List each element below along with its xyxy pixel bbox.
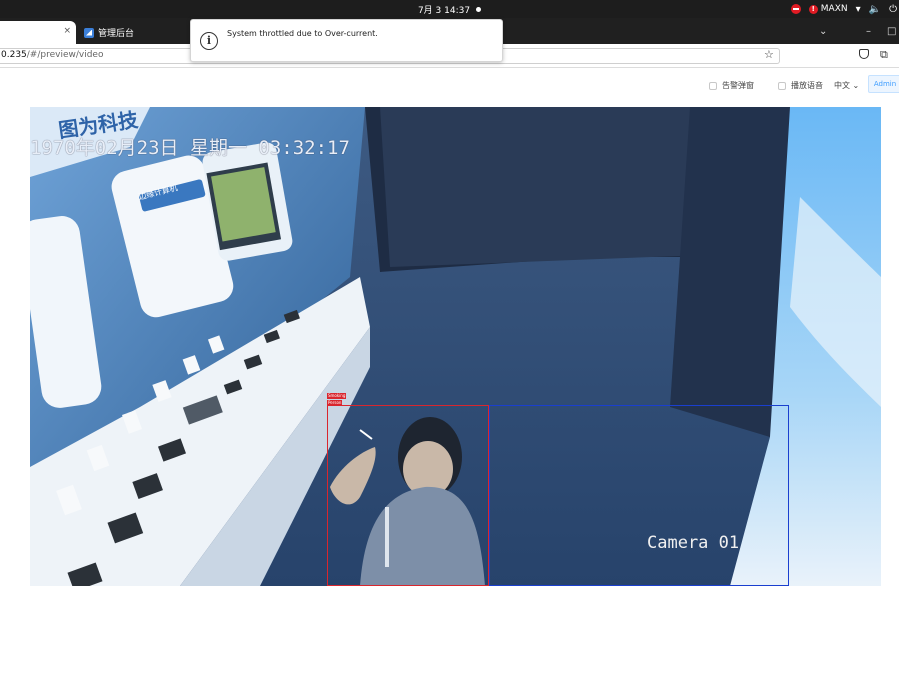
chevron-down-icon: ⌄ [852,81,860,90]
tab-admin-console[interactable]: 管理后台 [80,21,188,44]
minimize-icon[interactable]: – [866,18,871,44]
notification-dot-icon [476,7,482,12]
url-text: 0.235/#/preview/video [1,50,103,60]
power-mode-indicator[interactable]: ! MAXN [808,4,848,14]
voice-broadcast-checkbox[interactable]: 播放语音 [778,80,823,91]
checkbox-label: 告警弹窗 [722,81,754,90]
detection-label: Person [327,400,343,406]
power-icon[interactable]: ⏻ [889,4,897,15]
video-player[interactable]: 图为科技 边缘计算机 1970年02月23日 星期一 03:32:17 Came… [30,107,881,586]
detection-label: Smoking [327,393,347,399]
detection-box-smoking [327,405,489,586]
tab-list-chevron-down-icon[interactable]: ⌄ [819,18,827,44]
app-toolbar: 告警弹窗 播放语音 中文 ⌄ Admin [0,68,899,104]
tab-title: 管理后台 [98,29,135,39]
url-path: /#/preview/video [26,50,104,60]
pocket-icon[interactable] [859,49,869,59]
extensions-icon[interactable]: ⧉ [880,48,888,62]
checkbox-box[interactable] [709,81,717,90]
system-clock[interactable]: 7月 3 14:37 [0,3,899,16]
system-notification[interactable]: i System throttled due to Over-current. [190,19,503,62]
language-label: 中文 [834,81,850,90]
volume-icon[interactable]: 🔈 [869,4,881,15]
tab-active[interactable]: × [0,21,76,44]
maximize-icon[interactable]: □ [887,18,896,44]
favicon-icon [84,27,94,38]
info-icon: i [200,32,218,50]
bookmark-star-icon[interactable]: ☆ [764,48,774,61]
power-mode-label: MAXN [820,4,848,14]
language-select[interactable]: 中文 ⌄ [834,80,859,91]
warning-icon: ! [808,4,818,14]
osd-datetime: 1970年02月23日 星期一 03:32:17 [30,137,350,159]
notification-message: System throttled due to Over-current. [227,29,378,38]
do-not-disturb-icon[interactable] [790,4,801,14]
detection-box-person [489,405,789,586]
os-top-bar: 7月 3 14:37 ! MAXN ▾ 🔈 ⏻ [0,0,899,18]
user-button[interactable]: Admin [868,75,899,93]
clock-label: 7月 3 14:37 [417,6,471,16]
checkbox-label: 播放语音 [791,81,823,90]
checkbox-box[interactable] [778,81,786,90]
wifi-icon[interactable]: ▾ [856,4,861,15]
url-host: 0.235 [1,50,27,60]
system-tray: ! MAXN ▾ 🔈 ⏻ [790,0,899,18]
alarm-popup-checkbox[interactable]: 告警弹窗 [709,80,754,91]
tab-close-icon[interactable]: × [63,26,71,36]
